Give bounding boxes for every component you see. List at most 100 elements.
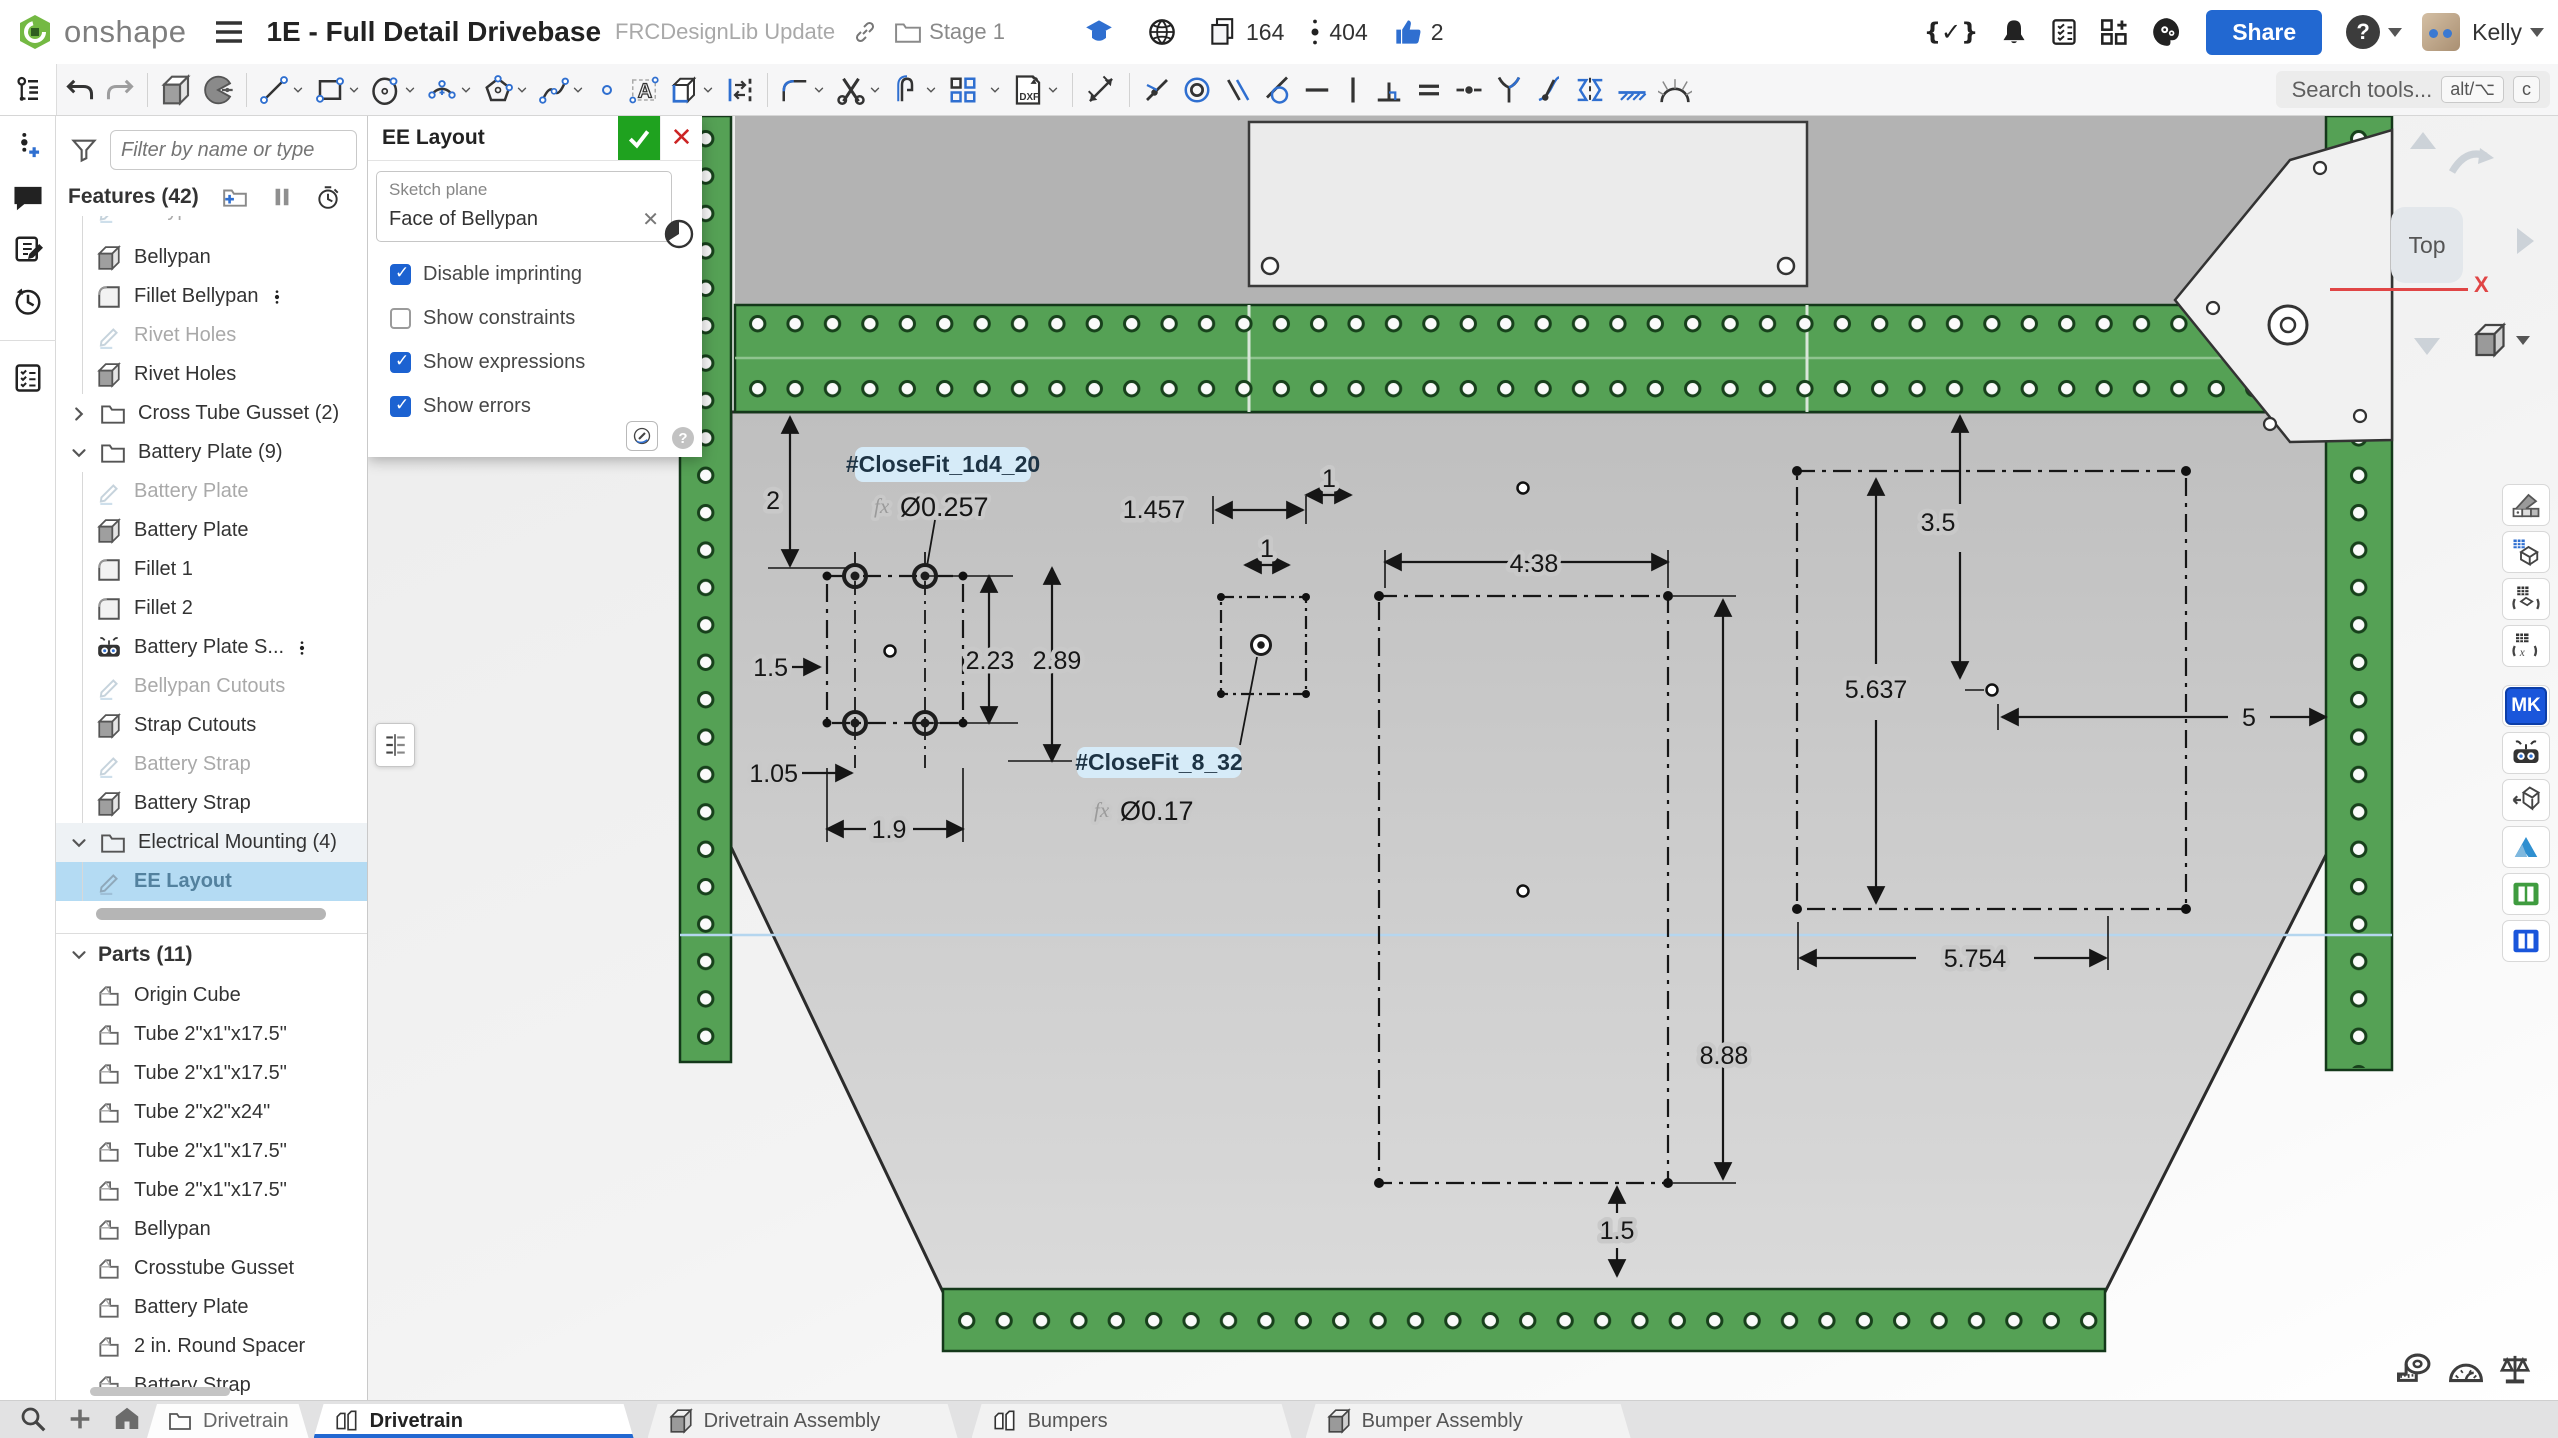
feature-folder[interactable]: Cross Tube Gusset (2) — [56, 394, 367, 433]
spline-tool[interactable] — [534, 70, 590, 110]
chevron-down-icon[interactable] — [68, 944, 90, 966]
follow-mode-icon[interactable] — [13, 234, 43, 264]
part-item[interactable]: Crosstube Gusset — [56, 1249, 367, 1288]
blue-docs-app-button[interactable] — [2502, 920, 2550, 962]
view-orientation-cube-button[interactable] — [2472, 322, 2530, 358]
tasks-stat[interactable]: 404 — [1310, 18, 1367, 46]
onshape-logo-icon[interactable] — [16, 13, 54, 51]
part-item[interactable]: Origin Cube — [56, 976, 367, 1015]
feature-folder[interactable]: Electrical Mounting (4) — [56, 823, 367, 862]
avatar[interactable] — [2422, 13, 2460, 51]
feature-item-selected[interactable]: EE Layout — [56, 862, 367, 901]
feature-item[interactable]: Fillet Bellypan — [56, 277, 367, 316]
mass-properties-icon[interactable] — [2498, 1352, 2532, 1386]
app-store-icon[interactable] — [2100, 18, 2130, 46]
fix-constraint[interactable] — [1611, 70, 1653, 110]
main-menu-icon[interactable] — [214, 19, 244, 45]
part-item[interactable]: Tube 2"x1"x17.5" — [56, 1171, 367, 1210]
feature-list-toggle[interactable] — [0, 64, 57, 115]
learning-center-icon[interactable] — [2152, 17, 2182, 47]
horizontal-scrollbar[interactable] — [90, 1387, 230, 1396]
mirror-tool[interactable] — [983, 70, 1007, 110]
bottom-rail-tube[interactable] — [943, 1289, 2105, 1351]
equal-constraint[interactable] — [1409, 70, 1449, 110]
new-folder-icon[interactable] — [221, 184, 249, 210]
green-docs-app-button[interactable] — [2502, 873, 2550, 915]
pierce-constraint[interactable] — [1529, 70, 1569, 110]
perpendicular-constraint[interactable] — [1369, 70, 1409, 110]
feature-item[interactable]: Bellypan — [56, 216, 367, 238]
feature-item[interactable]: Rivet Holes — [56, 316, 367, 355]
use-project-tool[interactable] — [664, 70, 720, 110]
search-tools[interactable]: Search tools... alt/⌥ c — [2276, 71, 2550, 108]
revolve-tool[interactable] — [197, 70, 239, 110]
appearance-panel-button[interactable] — [2502, 484, 2550, 526]
workspace-name[interactable]: Stage 1 — [929, 19, 1005, 45]
workspace-folder-icon[interactable] — [895, 21, 921, 43]
feature-item[interactable]: Battery Plate — [56, 511, 367, 550]
option-show-constraints[interactable]: Show constraints — [378, 307, 694, 330]
view-spin-arrow[interactable] — [2446, 142, 2498, 182]
horizontal-constraint[interactable] — [1297, 70, 1337, 110]
protractor-icon[interactable] — [2448, 1352, 2484, 1386]
trim-tool[interactable] — [831, 70, 887, 110]
import-dxf-tool[interactable]: DXF — [1007, 70, 1065, 110]
sketch-list-flyout-button[interactable] — [375, 723, 415, 767]
share-button[interactable]: Share — [2206, 10, 2322, 55]
transform-copy-tool[interactable] — [887, 70, 943, 110]
tangent-constraint[interactable] — [1257, 70, 1297, 110]
part-item[interactable]: 2 in. Round Spacer — [56, 1327, 367, 1366]
polygon-tool[interactable] — [478, 70, 534, 110]
tab-drivetrain-assembly[interactable]: Drivetrain Assembly — [648, 1404, 958, 1438]
part-item[interactable]: Bellypan — [56, 1210, 367, 1249]
tab-drivetrain-partstudio[interactable]: Drivetrain — [314, 1404, 634, 1438]
mkcad-app-button[interactable]: MK — [2502, 685, 2550, 727]
release-tasks-icon[interactable] — [2050, 18, 2078, 46]
undo-button[interactable] — [60, 70, 100, 110]
offset-tool[interactable] — [720, 70, 760, 110]
sketch-tools-button[interactable] — [626, 421, 658, 451]
document-title[interactable]: 1E - Full Detail Drivebase — [266, 16, 601, 48]
clear-selection-icon[interactable]: ✕ — [642, 207, 659, 231]
export-part-app-button[interactable] — [2502, 779, 2550, 821]
suppress-pause-icon[interactable] — [271, 185, 293, 209]
dimension-tool[interactable] — [1080, 70, 1122, 110]
diameter-832-label[interactable]: Ø0.17 — [1120, 796, 1194, 826]
option-show-expressions[interactable]: Show expressions — [378, 351, 694, 374]
config-variables-button[interactable] — [2502, 578, 2550, 620]
dialog-accept-button[interactable] — [618, 116, 660, 160]
tab-folder-drivetrain[interactable]: Drivetrain — [147, 1404, 309, 1438]
concentric-constraint[interactable] — [1177, 70, 1217, 110]
parallel-constraint[interactable] — [1217, 70, 1257, 110]
parts-header-row[interactable]: Parts (11) — [56, 934, 367, 976]
rollback-bar[interactable] — [56, 901, 367, 927]
configurations-button[interactable] — [2502, 531, 2550, 573]
feature-item[interactable]: Fillet 2 — [56, 589, 367, 628]
text-tool[interactable]: A — [624, 70, 664, 110]
dialog-cancel-button[interactable]: ✕ — [660, 116, 702, 160]
filter-input[interactable] — [110, 130, 357, 170]
view-rotate-down-arrow[interactable] — [2414, 338, 2440, 355]
feature-item[interactable]: Battery Strap — [56, 745, 367, 784]
feature-item[interactable]: Battery Plate — [56, 472, 367, 511]
part-item[interactable]: Tube 2"x2"x24" — [56, 1093, 367, 1132]
redo-button[interactable] — [100, 70, 140, 110]
symmetric-constraint[interactable] — [1569, 70, 1611, 110]
part-item[interactable]: Tube 2"x1"x17.5" — [56, 1054, 367, 1093]
dialog-help-icon[interactable]: ? — [672, 427, 694, 449]
cut-list-icon[interactable] — [13, 363, 43, 393]
linear-pattern-tool[interactable] — [943, 70, 983, 110]
home-tab-icon[interactable] — [112, 1404, 142, 1434]
vertical-constraint[interactable] — [1337, 70, 1369, 110]
top-rail-tube[interactable] — [735, 305, 2330, 412]
insert-item-icon[interactable] — [13, 130, 43, 162]
feature-item[interactable]: Fillet 1 — [56, 550, 367, 589]
closefit-quarter-tag[interactable]: #CloseFit_1d4_20 — [846, 451, 1040, 477]
alpine-app-button[interactable] — [2502, 826, 2550, 868]
feature-menu-icon[interactable] — [294, 637, 310, 659]
notifications-bell-icon[interactable] — [2000, 18, 2028, 46]
feature-item[interactable]: Battery Strap — [56, 784, 367, 823]
history-icon[interactable] — [13, 286, 43, 316]
tab-bumpers-partstudio[interactable]: Bumpers — [972, 1404, 1292, 1438]
option-show-errors[interactable]: Show errors — [378, 395, 694, 418]
